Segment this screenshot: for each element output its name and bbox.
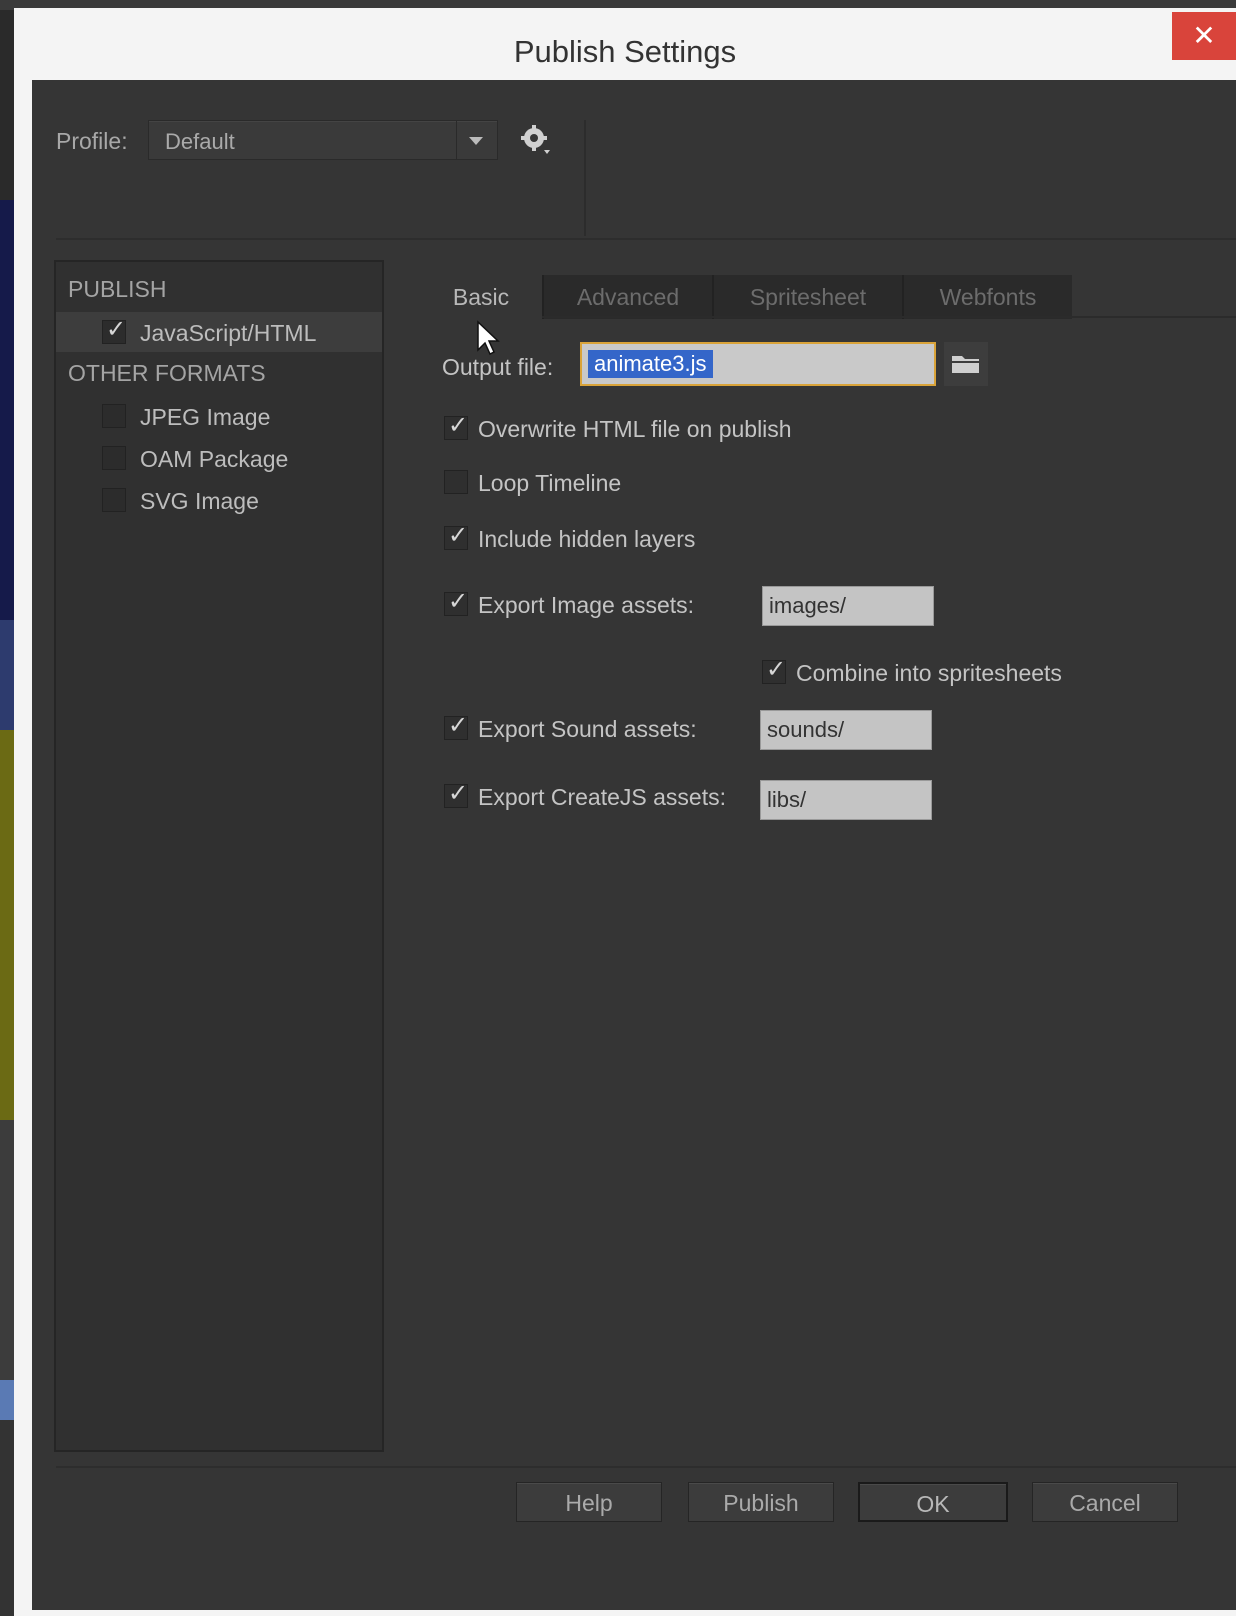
export-image-assets-label: Export Image assets:	[478, 592, 695, 618]
jpeg-image-checkbox[interactable]	[102, 404, 126, 428]
overwrite-html-label: Overwrite HTML file on publish	[478, 416, 792, 442]
export-createjs-assets-checkbox[interactable]: ✓	[444, 779, 468, 808]
javascript-html-checkbox[interactable]: ✓	[102, 315, 126, 344]
combine-spritesheets-checkbox[interactable]: ✓	[762, 655, 786, 684]
profile-divider	[584, 120, 586, 236]
close-button[interactable]: ✕	[1172, 12, 1236, 60]
combine-spritesheets-label: Combine into spritesheets	[796, 660, 1062, 686]
export-sound-assets-checkbox[interactable]: ✓	[444, 711, 468, 740]
help-button[interactable]: Help	[516, 1482, 662, 1522]
gear-icon[interactable]	[520, 124, 552, 156]
checkmark-icon: ✓	[106, 315, 127, 343]
oam-package-checkbox[interactable]	[102, 446, 126, 470]
checkmark-icon: ✓	[766, 655, 787, 683]
format-label: OAM Package	[140, 446, 289, 472]
folder-icon	[952, 356, 980, 373]
include-hidden-layers-label: Include hidden layers	[478, 526, 696, 552]
background-app-edge	[0, 0, 14, 1616]
tab-webfonts[interactable]: Webfonts	[902, 275, 1072, 319]
profile-label: Profile:	[56, 128, 128, 154]
profile-dropdown-toggle[interactable]	[456, 121, 497, 159]
header-divider	[56, 238, 1236, 240]
format-label: JPEG Image	[140, 404, 271, 430]
overwrite-html-checkbox[interactable]: ✓	[444, 411, 468, 440]
publish-settings-dialog: Publish Settings ✕ Profile: Default PUBL…	[14, 8, 1236, 1616]
format-label: SVG Image	[140, 488, 259, 514]
tab-basic[interactable]: Basic	[420, 275, 542, 319]
profile-value: Default	[165, 129, 235, 154]
output-file-input[interactable]: animate3.js	[580, 342, 936, 386]
export-sound-assets-label: Export Sound assets:	[478, 716, 697, 742]
dialog-body: Profile: Default PUBLISH ✓ JavaScript/HT…	[32, 80, 1236, 1610]
format-svg-image[interactable]: SVG Image	[56, 480, 382, 520]
export-image-assets-checkbox[interactable]: ✓	[444, 587, 468, 616]
checkmark-icon: ✓	[448, 779, 469, 807]
checkmark-icon: ✓	[448, 711, 469, 739]
export-createjs-assets-label: Export CreateJS assets:	[478, 784, 726, 810]
cancel-button[interactable]: Cancel	[1032, 1482, 1178, 1522]
profile-dropdown[interactable]: Default	[148, 120, 498, 160]
chevron-down-icon	[469, 137, 483, 145]
other-formats-heading: OTHER FORMATS	[68, 360, 266, 386]
images-path-input[interactable]: images/	[762, 586, 934, 626]
svg-image-checkbox[interactable]	[102, 488, 126, 512]
checkmark-icon: ✓	[448, 587, 469, 615]
output-file-value: animate3.js	[588, 350, 713, 378]
footer-divider	[56, 1466, 1236, 1468]
format-jpeg-image[interactable]: JPEG Image	[56, 396, 382, 436]
publish-button[interactable]: Publish	[688, 1482, 834, 1522]
checkmark-icon: ✓	[448, 521, 469, 549]
formats-panel: PUBLISH ✓ JavaScript/HTML OTHER FORMATS …	[54, 260, 384, 1452]
format-label: JavaScript/HTML	[140, 320, 317, 346]
loop-timeline-label: Loop Timeline	[478, 470, 622, 496]
dialog-title: Publish Settings	[513, 34, 737, 69]
libs-path-input[interactable]: libs/	[760, 780, 932, 820]
tab-spritesheet[interactable]: Spritesheet	[712, 275, 902, 319]
format-oam-package[interactable]: OAM Package	[56, 438, 382, 478]
loop-timeline-checkbox[interactable]	[444, 470, 468, 494]
mouse-cursor-icon	[477, 320, 500, 356]
sounds-path-input[interactable]: sounds/	[760, 710, 932, 750]
tab-baseline	[542, 316, 1236, 318]
publish-heading: PUBLISH	[68, 276, 167, 302]
format-javascript-html[interactable]: ✓ JavaScript/HTML	[56, 312, 382, 352]
include-hidden-layers-checkbox[interactable]: ✓	[444, 521, 468, 550]
checkmark-icon: ✓	[448, 411, 469, 439]
ok-button[interactable]: OK	[858, 1482, 1008, 1522]
browse-folder-button[interactable]	[944, 342, 988, 386]
tab-advanced[interactable]: Advanced	[542, 275, 712, 319]
